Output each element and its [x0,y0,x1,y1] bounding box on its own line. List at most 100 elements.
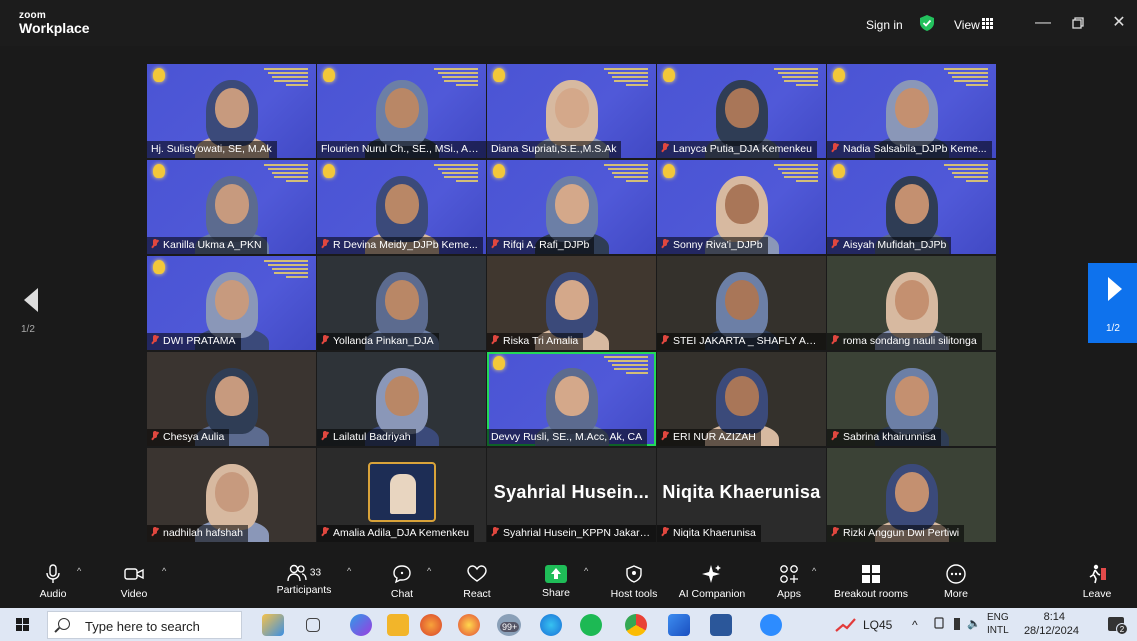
participant-name-text: Rizki Anggun Dwi Pertiwi [843,527,960,539]
share-button[interactable]: Share [538,556,574,606]
host-tools-label: Host tools [610,588,658,600]
battery-icon[interactable] [952,617,962,631]
participant-name: Devvy Rusli, SE., M.Acc, Ak, CA [487,429,648,446]
react-button[interactable]: React [460,556,494,606]
participant-name-text: STEI JAKARTA _ SHAFLY AL N... [673,335,826,347]
network-icon[interactable] [933,617,945,629]
participant-tile[interactable]: Riska Tri Amalia [487,256,656,350]
downloads-icon[interactable]: 99+ [497,614,521,636]
restore-icon[interactable] [1067,12,1089,34]
apps-button[interactable]: Apps [772,556,806,606]
participant-name: Sabrina khairunnisa [827,429,941,446]
audio-label: Audio [39,588,67,600]
participant-name: Nadia Salsabila_DJPb Keme... [827,141,992,158]
page-indicator-left: 1/2 [21,324,35,335]
participant-tile[interactable]: Rifqi A. Rafi_DJPb [487,160,656,254]
search-icon [58,618,70,630]
participant-tile[interactable]: Flourien Nurul Ch., SE., MSi., Ak... [317,64,486,158]
word-icon[interactable] [710,614,732,636]
audio-options-caret[interactable]: ^ [77,566,81,576]
host-tools-button[interactable]: Host tools [606,556,662,606]
notification-icon[interactable]: 2 [1108,617,1128,635]
sign-in-link[interactable]: Sign in [866,18,903,32]
participants-button[interactable]: 33 Participants [272,556,336,606]
participant-tile[interactable]: Lanyca Putia_DJA Kemenkeu [657,64,826,158]
language-indicator[interactable]: ENG INTL [987,611,1009,641]
participant-tile[interactable]: STEI JAKARTA _ SHAFLY AL N... [657,256,826,350]
participant-tile[interactable]: ERI NUR AZIZAH [657,352,826,446]
chat-button[interactable]: Chat [384,556,420,606]
zoom-icon[interactable] [760,614,782,636]
edge-icon[interactable] [540,614,562,636]
chrome-icon[interactable] [625,614,647,636]
grid-view-icon[interactable] [982,18,993,29]
muted-microphone-icon [661,335,669,345]
leave-button[interactable]: Leave [1080,556,1114,606]
zoom-workplace-logo: zoom Workplace [19,11,90,36]
participant-tile[interactable]: Diana Supriati,S.E.,M.S.Ak [487,64,656,158]
minimize-icon[interactable]: — [1032,12,1054,34]
logo-line2: Workplace [19,20,90,36]
participants-options-caret[interactable]: ^ [347,566,351,576]
apps-options-caret[interactable]: ^ [812,566,816,576]
muted-microphone-icon [321,239,329,249]
breakout-rooms-button[interactable]: Breakout rooms [828,556,914,606]
participant-tile[interactable]: DWI PRATAMA [147,256,316,350]
language-eng: ENG [987,612,1009,623]
tray-chevron-icon[interactable]: ^ [912,618,918,641]
participant-name: roma sondang nauli silitonga [827,333,982,350]
participant-tile[interactable]: nadhilah hafshah [147,448,316,542]
news-widget-icon[interactable] [262,614,284,636]
video-button[interactable]: Video [114,556,154,606]
previous-page-button[interactable]: 1/2 [21,288,43,335]
participant-tile[interactable]: Yollanda Pinkan_DJA [317,256,486,350]
participant-tile[interactable]: Chesya Aulia [147,352,316,446]
participant-name-text: Devvy Rusli, SE., M.Acc, Ak, CA [491,431,643,443]
lightbulb-icon [833,164,845,178]
photos-icon[interactable] [668,614,690,636]
copilot-icon[interactable] [350,614,372,636]
video-options-caret[interactable]: ^ [162,566,166,576]
participant-tile[interactable]: Syahrial Husein... Syahrial Husein_KPPN J… [487,448,656,542]
shield-check-icon[interactable] [920,15,934,31]
close-icon[interactable]: ✕ [1108,12,1130,34]
participant-name: Lailatul Badriyah [317,429,416,446]
participant-tile[interactable]: Hj. Sulistyowati, SE, M.Ak [147,64,316,158]
participant-tile[interactable]: Lailatul Badriyah [317,352,486,446]
next-page-button[interactable]: 1/2 [1088,263,1137,343]
leave-icon [1089,564,1106,584]
windows-start-icon[interactable] [16,618,30,632]
participant-tile[interactable]: roma sondang nauli silitonga [827,256,996,350]
browser-icon[interactable] [458,614,480,636]
lightbulb-icon [153,260,165,274]
clock[interactable]: 8:14 28/12/2024 [1019,610,1079,638]
participant-tile[interactable]: Nadia Salsabila_DJPb Keme... [827,64,996,158]
participant-tile[interactable]: Niqita Khaerunisa Niqita Khaerunisa [657,448,826,542]
chat-options-caret[interactable]: ^ [427,566,431,576]
lightbulb-icon [663,164,675,178]
participant-tile[interactable]: Rizki Anggun Dwi Pertiwi [827,448,996,542]
participant-tile[interactable]: Sabrina khairunnisa [827,352,996,446]
ai-companion-button[interactable]: AI Companion [675,556,749,606]
muted-microphone-icon [321,335,329,345]
taskbar-search[interactable]: Type here to search [47,611,242,639]
more-button[interactable]: More [940,556,972,606]
task-view-icon[interactable] [306,618,320,632]
participant-tile[interactable]: Aisyah Mufidah_DJPb [827,160,996,254]
taskbar-badge: 99+ [500,622,520,632]
participant-tile[interactable]: Amalia Adila_DJA Kemenkeu [317,448,486,542]
speaker-icon[interactable]: 🔈 [967,617,981,641]
firefox-icon[interactable] [420,614,442,636]
share-options-caret[interactable]: ^ [584,566,588,576]
chart-trend-icon [835,618,856,632]
spotify-icon[interactable] [580,614,602,636]
audio-button[interactable]: Audio [34,556,72,606]
participant-tile[interactable]: Devvy Rusli, SE., M.Acc, Ak, CA [487,352,656,446]
participant-name: Chesya Aulia [147,429,230,446]
file-explorer-icon[interactable] [387,614,409,636]
participant-tile[interactable]: Sonny Riva'i_DJPb [657,160,826,254]
share-screen-icon [545,565,567,583]
participant-tile[interactable]: Kanilla Ukma A_PKN [147,160,316,254]
view-button[interactable]: View [954,18,980,32]
participant-tile[interactable]: R Devina Meidy_DJPb Keme... [317,160,486,254]
